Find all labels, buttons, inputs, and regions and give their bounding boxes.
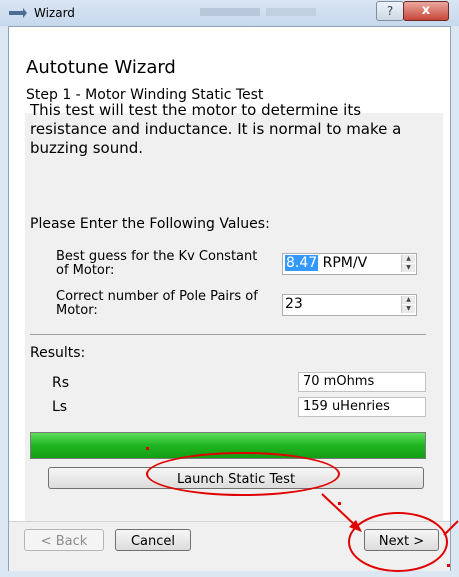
annotation-arrow-icon xyxy=(321,493,459,536)
annotation-dot xyxy=(338,502,341,505)
annotation-dot xyxy=(146,447,149,450)
wizard-window: Wizard ? x Autotune Wizard Step 1 - Moto… xyxy=(0,0,459,577)
annotation-dot xyxy=(447,564,450,567)
